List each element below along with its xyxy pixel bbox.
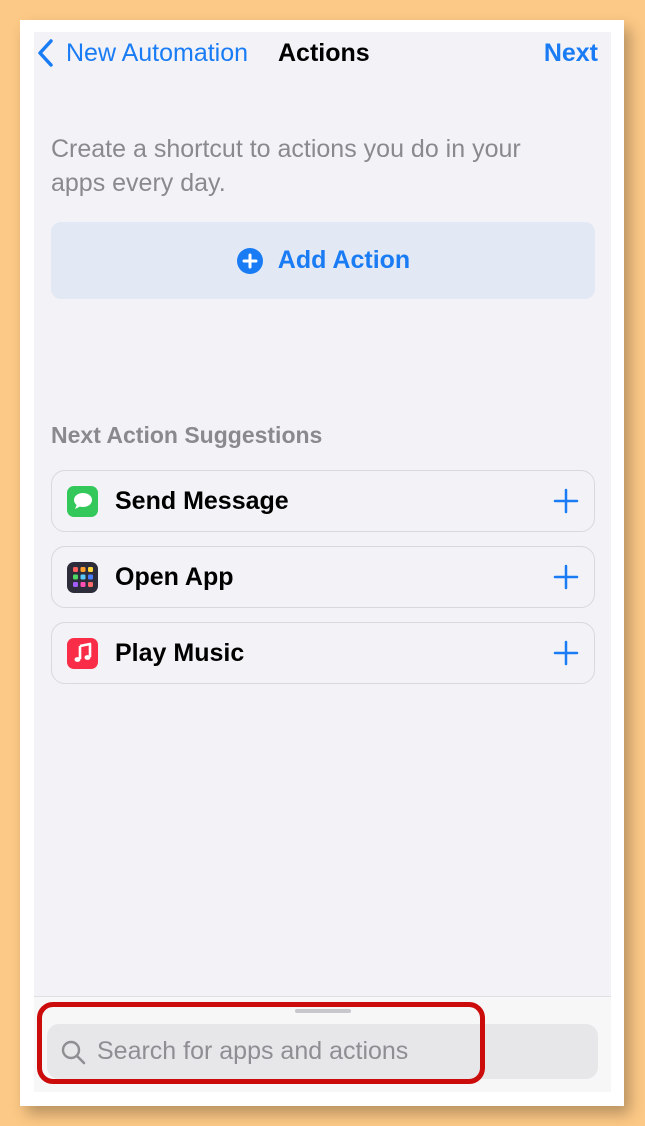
app-screen: New Automation Actions Next Create a sho… [34, 32, 611, 1092]
suggestion-label: Open App [115, 562, 234, 591]
plus-circle-icon [236, 247, 263, 274]
plus-icon[interactable] [553, 564, 579, 590]
back-button[interactable]: New Automation [36, 38, 248, 68]
suggestion-label: Play Music [115, 638, 245, 667]
next-button[interactable]: Next [544, 38, 598, 68]
app-grid-icon [67, 561, 98, 593]
suggestion-play-music[interactable]: Play Music [51, 622, 595, 684]
music-icon [67, 637, 98, 669]
suggestion-label: Send Message [115, 486, 289, 515]
suggestions-heading: Next Action Suggestions [51, 422, 323, 448]
suggestion-open-app[interactable]: Open App [51, 546, 595, 608]
chevron-left-icon [38, 39, 53, 67]
search-highlight-box [37, 1002, 485, 1084]
add-action-label: Add Action [277, 246, 411, 274]
navigation-bar: New Automation Actions Next [34, 32, 611, 76]
back-button-label: New Automation [66, 38, 249, 67]
messages-icon [67, 485, 98, 517]
intro-text: Create a shortcut to actions you do in y… [51, 135, 521, 197]
plus-icon[interactable] [553, 488, 579, 514]
add-action-button[interactable]: Add Action [51, 222, 595, 299]
suggestion-send-message[interactable]: Send Message [51, 470, 595, 532]
page-title: Actions [278, 39, 370, 67]
plus-icon[interactable] [553, 640, 579, 666]
